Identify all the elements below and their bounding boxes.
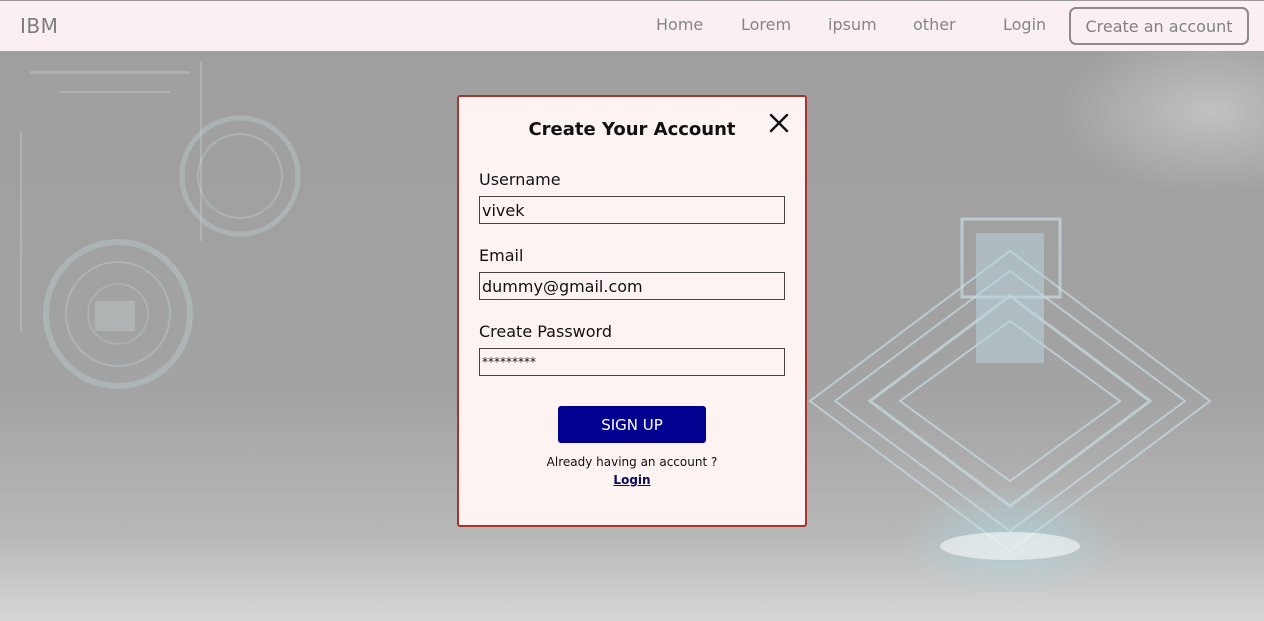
nav-link-other[interactable]: other	[913, 15, 956, 34]
email-label: Email	[479, 246, 524, 265]
email-input[interactable]	[479, 272, 785, 300]
username-label: Username	[479, 170, 561, 189]
modal-title: Create Your Account	[528, 119, 736, 140]
top-navbar: IBM Home Lorem ipsum other Login Create …	[0, 0, 1264, 51]
close-icon[interactable]	[767, 111, 791, 135]
password-label: Create Password	[479, 322, 612, 341]
password-input[interactable]	[479, 348, 785, 376]
create-account-button[interactable]: Create an account	[1069, 7, 1249, 45]
already-account-text: Already having an account ?	[546, 455, 718, 469]
signup-button[interactable]: SIGN UP	[558, 406, 706, 443]
nav-link-lorem[interactable]: Lorem	[741, 15, 791, 34]
nav-link-ipsum[interactable]: ipsum	[828, 15, 877, 34]
nav-link-home[interactable]: Home	[656, 15, 703, 34]
username-input[interactable]	[479, 196, 785, 224]
login-link[interactable]: Login	[459, 473, 805, 487]
brand-logo[interactable]: IBM	[20, 14, 58, 38]
nav-login-link[interactable]: Login	[1003, 15, 1046, 34]
create-account-modal: Create Your Account Username Email Creat…	[457, 95, 807, 527]
